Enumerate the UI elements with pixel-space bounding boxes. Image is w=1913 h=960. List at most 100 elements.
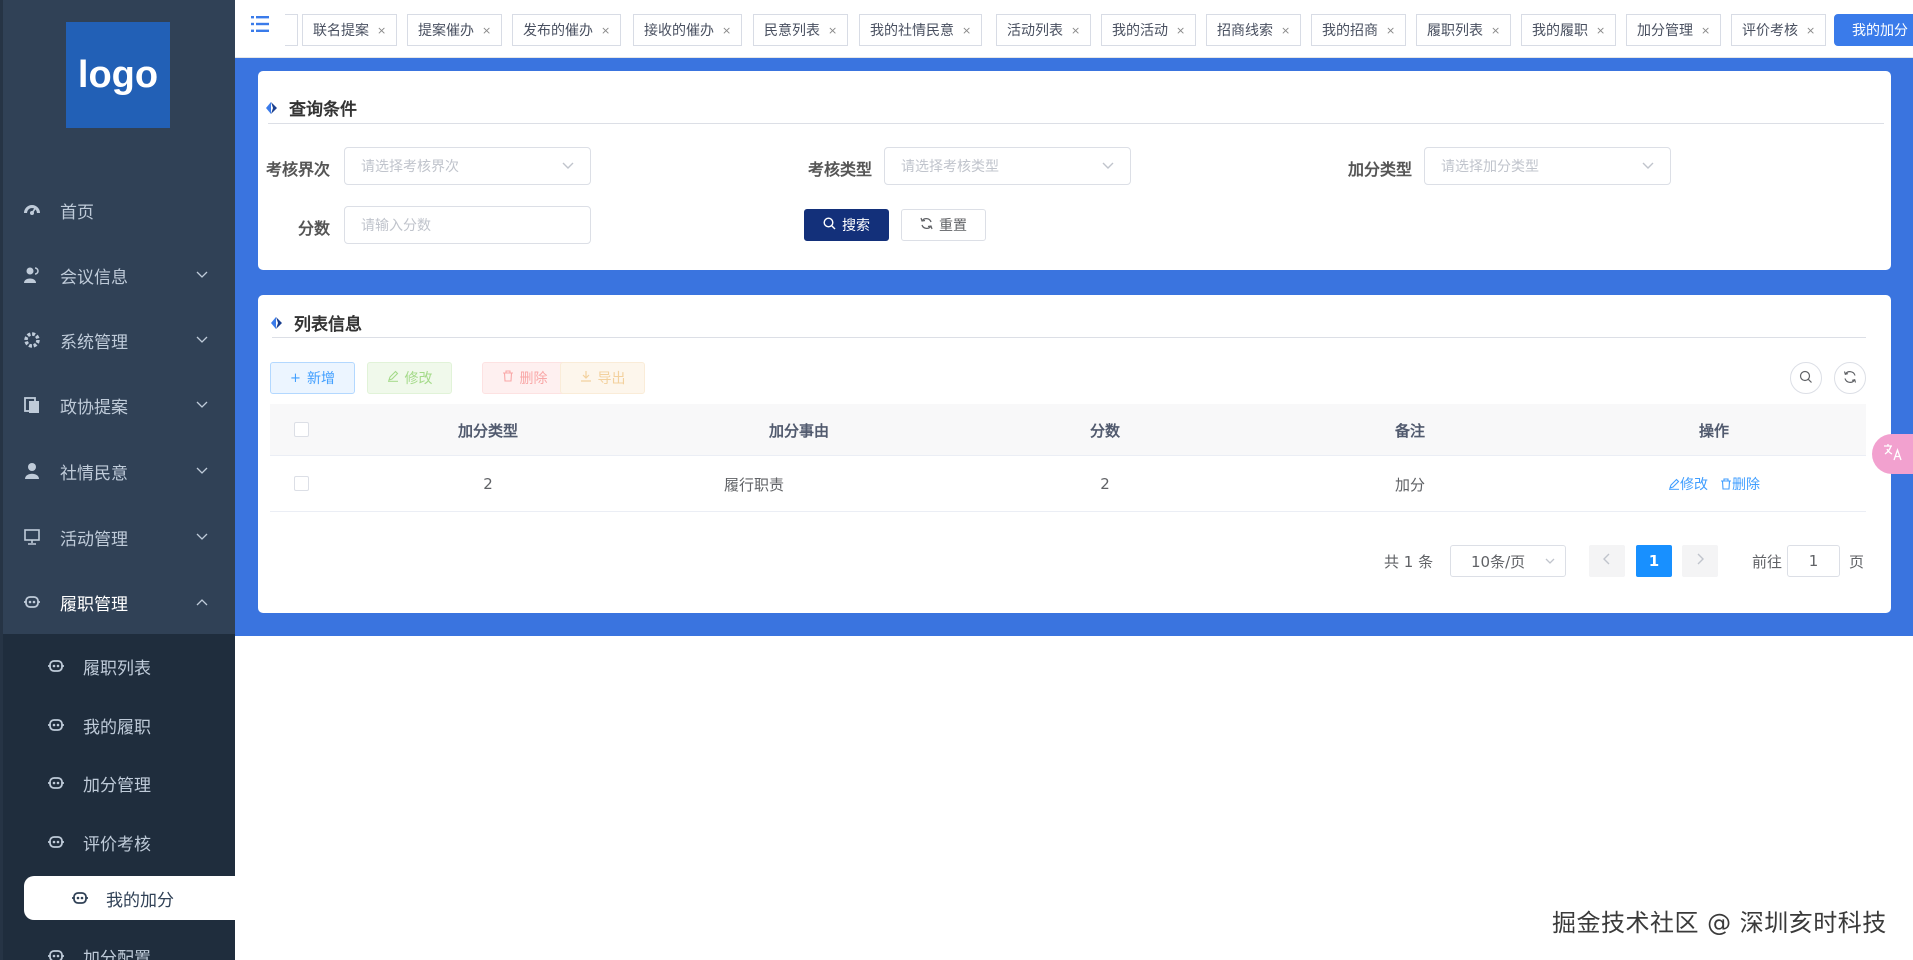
select-all-checkbox[interactable] (294, 422, 309, 437)
sidebar-item-label: 活动管理 (60, 529, 128, 550)
exam-type-select[interactable]: 请选择考核类型 (884, 147, 1131, 185)
sidebar-subitem-my-bonus[interactable]: 我的加分 (24, 876, 235, 920)
hamburger-icon[interactable] (251, 14, 271, 34)
trash-icon (502, 370, 514, 386)
close-icon[interactable]: × (1596, 24, 1605, 37)
chevron-down-icon (196, 397, 208, 413)
tag[interactable]: 我的社情民意 × (859, 14, 983, 46)
sidebar-item-home[interactable]: 首页 (0, 180, 235, 240)
tag[interactable]: 活动列表 × (996, 14, 1092, 46)
double-arrow-icon (270, 315, 284, 331)
sidebar-subitem-label: 我的履职 (83, 717, 151, 738)
close-icon[interactable]: × (828, 24, 837, 37)
close-icon[interactable]: × (1281, 24, 1290, 37)
sidebar-subitem-bonus-manage[interactable]: 加分管理 (0, 754, 235, 812)
row-delete-link[interactable]: 删除 (1720, 474, 1760, 494)
monitor-icon (22, 527, 42, 547)
sidebar-subitem-my-duty[interactable]: 我的履职 (0, 696, 235, 754)
delete-button[interactable]: 删除 (482, 362, 567, 394)
divider (268, 123, 1884, 124)
robot-icon (46, 656, 66, 676)
tag[interactable]: 联名提案 × (302, 14, 398, 46)
logo[interactable]: logo (66, 22, 170, 128)
close-icon[interactable]: × (1491, 24, 1500, 37)
close-icon[interactable]: × (1176, 24, 1185, 37)
cell-actions: 修改 删除 (1562, 456, 1866, 512)
tag[interactable]: 提案催办 × (407, 14, 503, 46)
form-label: 考核类型 (807, 160, 872, 179)
search-button[interactable]: 搜索 (804, 209, 889, 241)
sidebar-item-system[interactable]: 系统管理 (0, 310, 235, 370)
robot-icon (46, 946, 66, 960)
close-icon[interactable]: × (962, 24, 971, 37)
reset-button[interactable]: 重置 (901, 209, 986, 241)
add-button[interactable]: + 新增 (270, 362, 355, 394)
chevron-down-icon (196, 332, 208, 348)
tag[interactable]: 民意列表 × (753, 14, 849, 46)
toggle-search-button[interactable] (1790, 362, 1822, 394)
refresh-button[interactable] (1834, 362, 1866, 394)
chevron-up-icon (196, 594, 208, 610)
sidebar-subitem-bonus-config[interactable]: 加分配置 (0, 927, 235, 960)
tag[interactable]: 加分管理 × (1626, 14, 1722, 46)
sidebar-item-label: 政协提案 (60, 397, 128, 418)
sidebar-item-meeting[interactable]: 会议信息 (0, 245, 235, 305)
chevron-down-icon (196, 267, 208, 283)
translate-button[interactable] (1872, 434, 1913, 474)
close-icon[interactable]: × (1701, 24, 1710, 37)
close-icon[interactable]: × (722, 24, 731, 37)
trash-icon (1721, 478, 1731, 490)
next-page-button[interactable] (1682, 545, 1718, 577)
sidebar-subitem-duty-list[interactable]: 履职列表 (0, 637, 235, 695)
exam-session-select[interactable]: 请选择考核界次 (344, 147, 591, 185)
close-icon[interactable]: × (1386, 24, 1395, 37)
goto-page-input[interactable]: 1 (1787, 545, 1840, 577)
form-label: 分数 (297, 219, 330, 238)
sidebar: logo 首页 会议信息 系统管理 政协提案 社情民意 活动管理 履职管理 履职… (0, 0, 235, 960)
tag[interactable]: 我的履职 × (1521, 14, 1617, 46)
tag[interactable]: 发布的催办 × (512, 14, 622, 46)
sidebar-item-activity[interactable]: 活动管理 (0, 507, 235, 567)
document-icon (22, 395, 42, 415)
page-number-current[interactable]: 1 (1636, 545, 1672, 577)
sidebar-item-label: 履职管理 (60, 594, 128, 615)
watermark: 掘金技术社区 @ 深圳亥时科技 (1552, 909, 1887, 937)
edit-button[interactable]: 修改 (367, 362, 452, 394)
sidebar-subitem-label: 加分配置 (83, 948, 151, 960)
cell-bonus-reason: 履行职责 (724, 475, 785, 494)
bonus-type-select[interactable]: 请选择加分类型 (1424, 147, 1671, 185)
sidebar-item-proposal[interactable]: 政协提案 (0, 375, 235, 435)
tag-active[interactable]: 我的加分 (1834, 14, 1913, 46)
tag[interactable]: 接收的催办 × (633, 14, 743, 46)
export-button[interactable]: 导出 (560, 362, 645, 394)
robot-icon (46, 773, 66, 793)
tag[interactable]: 我的活动 × (1101, 14, 1197, 46)
close-icon[interactable]: × (377, 24, 386, 37)
close-icon[interactable]: × (482, 24, 491, 37)
close-icon[interactable]: × (1806, 24, 1815, 37)
chevron-down-icon (196, 463, 208, 479)
chevron-down-icon (1100, 157, 1116, 173)
page-size-select[interactable]: 10条/页 (1450, 545, 1566, 577)
sidebar-item-public-opinion[interactable]: 社情民意 (0, 441, 235, 501)
prev-page-button[interactable] (1589, 545, 1625, 577)
sidebar-subitem-evaluation[interactable]: 评价考核 (0, 813, 235, 871)
close-icon[interactable]: × (601, 24, 610, 37)
row-edit-link[interactable]: 修改 (1668, 474, 1708, 494)
tags-view-bar: 联名提案 × 提案催办 × 发布的催办 × 接收的催办 × 民意列表 × 我的社情民意 × … (235, 0, 1913, 58)
tag[interactable]: 评价考核 × (1731, 14, 1827, 46)
sidebar-item-duty[interactable]: 履职管理 (0, 572, 235, 632)
score-input[interactable]: 请输入分数 (344, 206, 591, 244)
translate-icon (1883, 443, 1903, 465)
close-icon[interactable]: × (1071, 24, 1080, 37)
table-header: 加分类型 加分事由 分数 备注 操作 (270, 404, 1866, 456)
row-checkbox[interactable] (294, 476, 309, 491)
tag[interactable]: 招商线索 × (1206, 14, 1302, 46)
refresh-icon (1843, 369, 1857, 388)
chevron-down-icon (560, 157, 576, 173)
list-panel-title: 列表信息 (270, 310, 362, 335)
tag[interactable]: 履职列表 × (1416, 14, 1512, 46)
chevron-right-icon (1695, 553, 1705, 569)
tag[interactable]: 我的招商 × (1311, 14, 1407, 46)
sidebar-item-label: 会议信息 (60, 267, 128, 288)
